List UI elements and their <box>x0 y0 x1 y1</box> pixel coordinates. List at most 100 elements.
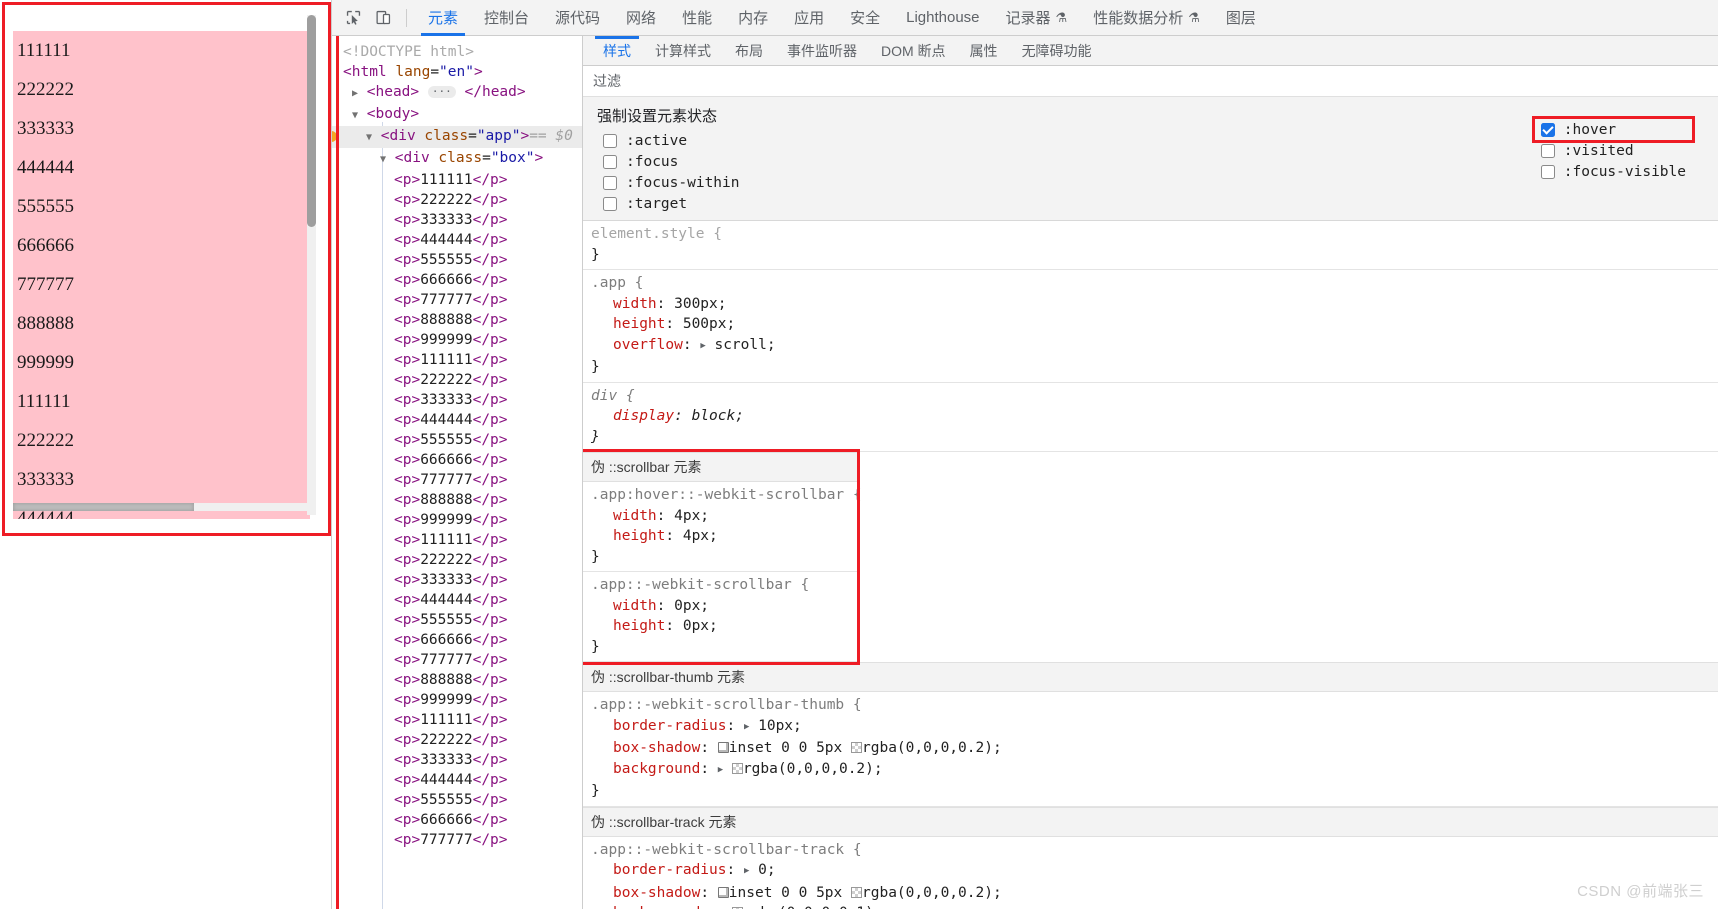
checkbox-active[interactable] <box>603 133 617 148</box>
css-property-value[interactable]: : inset 0 0 5px rgba(0,0,0,0.2); <box>700 740 1001 756</box>
box-shadow-swatch-icon[interactable] <box>717 742 729 753</box>
color-swatch-icon[interactable] <box>851 886 862 898</box>
css-property-value[interactable]: : ▶ 0; <box>727 862 776 878</box>
css-property-name[interactable]: box-shadow <box>591 740 700 756</box>
dom-row-paragraph[interactable]: <p>111111</p> <box>332 530 582 550</box>
force-state-focus-within-row[interactable]: :focus-within <box>597 172 746 193</box>
color-swatch-icon[interactable] <box>851 742 862 753</box>
tab-4[interactable]: 性能 <box>669 0 725 36</box>
styles-filter-input[interactable] <box>593 73 893 89</box>
tab-2[interactable]: 源代码 <box>542 0 613 36</box>
checkbox-focus-within[interactable] <box>603 175 617 190</box>
dom-row-html[interactable]: <html lang="en"> <box>332 62 582 82</box>
css-rule[interactable]: .app { width: 300px; height: 500px; over… <box>583 270 1718 383</box>
force-state-focus-visible-row[interactable]: :focus-visible <box>1535 161 1692 182</box>
styles-subtab-2[interactable]: 布局 <box>723 36 775 65</box>
css-property-value[interactable]: : ▶ rgba(0,0,0,0.1); <box>700 904 883 909</box>
tab-7[interactable]: 安全 <box>837 0 893 36</box>
css-property-value[interactable]: : block; <box>674 408 744 424</box>
app-scroll-container[interactable]: 111111 222222 333333 444444 555555 666666 7777… <box>13 31 310 519</box>
dom-row-paragraph[interactable]: <p>111111</p> <box>332 350 582 370</box>
css-property-name[interactable]: overflow <box>591 337 683 353</box>
css-selector[interactable]: element.style { <box>591 226 722 242</box>
styles-subtab-4[interactable]: DOM 断点 <box>869 36 958 65</box>
device-toolbar-icon[interactable] <box>368 3 398 33</box>
css-property-name[interactable]: height <box>591 528 665 544</box>
checkbox-focus[interactable] <box>603 154 617 169</box>
dom-row-paragraph[interactable]: <p>444444</p> <box>332 410 582 430</box>
css-property-value[interactable]: : ▶ 10px; <box>727 718 802 734</box>
tab-3[interactable]: 网络 <box>613 0 669 36</box>
dom-tree-pane[interactable]: <!DOCTYPE html> <html lang="en"> ▶ <head… <box>332 36 583 909</box>
css-property-name[interactable]: display <box>591 408 674 424</box>
dom-row-paragraph[interactable]: <p>444444</p> <box>332 770 582 790</box>
checkbox-hover[interactable] <box>1540 122 1555 137</box>
css-rule[interactable]: element.style { } <box>583 221 1718 270</box>
force-state-target-row[interactable]: :target <box>597 193 746 214</box>
expand-triangle-icon[interactable]: ▶ <box>744 861 749 882</box>
expand-triangle-icon[interactable]: ▶ <box>744 717 749 738</box>
styles-subtab-0[interactable]: 样式 <box>591 36 643 65</box>
css-property-name[interactable]: background <box>591 761 700 777</box>
tab-10[interactable]: 性能数据分析 ⚗ <box>1080 0 1213 36</box>
tab-5[interactable]: 内存 <box>725 0 781 36</box>
horizontal-scrollbar[interactable] <box>13 503 310 511</box>
force-state-focus-row[interactable]: :focus <box>597 151 746 172</box>
dom-row-paragraph[interactable]: <p>999999</p> <box>332 690 582 710</box>
box-shadow-swatch-icon[interactable] <box>717 886 729 898</box>
dom-row-paragraph[interactable]: <p>333333</p> <box>332 390 582 410</box>
dom-row-paragraph[interactable]: <p>555555</p> <box>332 430 582 450</box>
dom-row-doctype[interactable]: <!DOCTYPE html> <box>332 42 582 62</box>
tab-11[interactable]: 图层 <box>1213 0 1269 36</box>
collapse-arrow-icon[interactable]: ▼ <box>380 154 386 165</box>
dom-row-app-div[interactable]: ▼ <div class="app">== $0 <box>332 126 582 148</box>
collapse-arrow-icon[interactable]: ▼ <box>366 132 372 143</box>
dom-row-paragraph[interactable]: <p>777777</p> <box>332 650 582 670</box>
css-selector[interactable]: .app::-webkit-scrollbar { <box>591 577 809 593</box>
dom-row-paragraph[interactable]: <p>555555</p> <box>332 790 582 810</box>
css-property-name[interactable]: height <box>591 618 665 634</box>
checkbox-visited[interactable] <box>1540 143 1555 158</box>
dom-row-paragraph[interactable]: <p>666666</p> <box>332 630 582 650</box>
dom-row-paragraph[interactable]: <p>111111</p> <box>332 710 582 730</box>
css-property-name[interactable]: box-shadow <box>591 885 700 901</box>
dom-row-paragraph[interactable]: <p>555555</p> <box>332 250 582 270</box>
css-rule[interactable]: .app::-webkit-scrollbar-thumb { border-r… <box>583 692 1718 807</box>
css-selector[interactable]: .app:hover::-webkit-scrollbar { <box>591 487 862 503</box>
expand-triangle-icon[interactable]: ▶ <box>718 904 723 909</box>
dom-row-paragraph[interactable]: <p>222222</p> <box>332 730 582 750</box>
css-selector[interactable]: .app::-webkit-scrollbar-track { <box>591 842 862 858</box>
color-swatch-icon[interactable] <box>731 762 743 774</box>
css-rule[interactable]: .app:hover::-webkit-scrollbar { width: 4… <box>583 482 862 572</box>
css-property-name[interactable]: width <box>591 598 657 614</box>
dom-row-paragraph[interactable]: <p>333333</p> <box>332 570 582 590</box>
styles-subtab-5[interactable]: 属性 <box>958 36 1010 65</box>
checkbox-target[interactable] <box>603 196 617 211</box>
dom-row-paragraph[interactable]: <p>777777</p> <box>332 830 582 850</box>
css-property-value[interactable]: : inset 0 0 5px rgba(0,0,0,0.2); <box>700 885 1001 901</box>
css-property-name[interactable]: width <box>591 296 657 312</box>
css-property-name[interactable]: background <box>591 905 700 909</box>
css-property-value[interactable]: : 0px; <box>657 598 709 614</box>
dom-row-paragraph[interactable]: <p>888888</p> <box>332 670 582 690</box>
dom-row-paragraph[interactable]: <p>333333</p> <box>332 210 582 230</box>
tab-6[interactable]: 应用 <box>781 0 837 36</box>
force-state-hover-row[interactable]: :hover <box>1531 116 1696 143</box>
css-property-value[interactable]: : 0px; <box>665 618 717 634</box>
css-selector[interactable]: div { <box>591 388 635 404</box>
vertical-scrollbar[interactable] <box>307 15 316 515</box>
styles-subtab-1[interactable]: 计算样式 <box>643 36 723 65</box>
css-property-name[interactable]: width <box>591 508 657 524</box>
expand-triangle-icon[interactable]: ▶ <box>700 336 705 357</box>
styles-subtab-3[interactable]: 事件监听器 <box>775 36 869 65</box>
dom-row-head[interactable]: ▶ <head> ··· </head> <box>332 82 582 104</box>
css-property-name[interactable]: border-radius <box>591 718 727 734</box>
horizontal-scrollbar-thumb[interactable] <box>13 503 194 511</box>
dom-row-paragraph[interactable]: <p>777777</p> <box>332 470 582 490</box>
dom-row-paragraph[interactable]: <p>777777</p> <box>332 290 582 310</box>
dom-row-paragraph[interactable]: <p>666666</p> <box>332 450 582 470</box>
inspect-cursor-icon[interactable] <box>338 3 368 33</box>
css-rule[interactable]: .app::-webkit-scrollbar { width: 0px; he… <box>583 572 857 662</box>
css-property-name[interactable]: border-radius <box>591 862 727 878</box>
dom-row-paragraph[interactable]: <p>444444</p> <box>332 230 582 250</box>
